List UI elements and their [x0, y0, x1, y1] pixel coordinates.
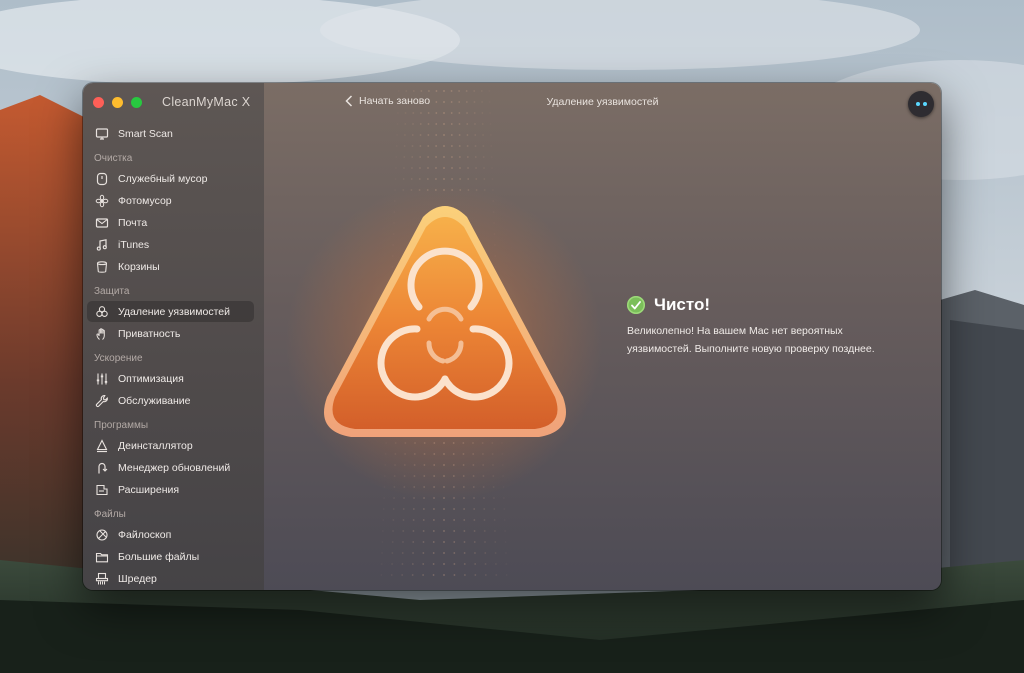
sidebar-item-optimization[interactable]: Оптимизация: [87, 368, 254, 389]
close-window-button[interactable]: [93, 97, 104, 108]
page-title: Удаление уязвимостей: [546, 96, 659, 108]
sidebar-item-label: Корзины: [118, 260, 160, 273]
music-note-icon: [94, 237, 109, 252]
sidebar-item-uninstaller[interactable]: Деинсталлятор: [87, 435, 254, 456]
minimize-window-button[interactable]: [112, 97, 123, 108]
sidebar-item-label: Оптимизация: [118, 372, 184, 385]
sidebar-item-maintenance[interactable]: Обслуживание: [87, 390, 254, 411]
result-status: Чисто!: [654, 295, 710, 314]
sidebar-item-label: Почта: [118, 216, 148, 229]
sidebar-item-mail[interactable]: Почта: [87, 212, 254, 233]
sidebar-item-label: Расширения: [118, 483, 180, 496]
sidebar-item-label: Служебный мусор: [118, 172, 208, 185]
biohazard-warning-icon: [324, 206, 566, 437]
sidebar-item-label: Менеджер обновлений: [118, 461, 231, 474]
assistant-dot-icon: [915, 102, 920, 106]
extensions-icon: [94, 482, 109, 497]
wrench-icon: [94, 393, 109, 408]
sidebar: CleanMyMac X Smart Scan Очистка Служебны…: [83, 83, 264, 590]
biohazard-icon: [94, 304, 109, 319]
sliders-icon: [94, 371, 109, 386]
sidebar-item-label: Большие файлы: [118, 550, 200, 563]
sidebar-item-system-junk[interactable]: Служебный мусор: [87, 168, 254, 189]
window-controls: [93, 97, 142, 108]
result-header: Чисто!: [627, 295, 927, 315]
sidebar-item-photo-junk[interactable]: Фотомусор: [87, 190, 254, 211]
sidebar-item-label: Приватность: [118, 327, 181, 340]
trash-bin-icon: [94, 259, 109, 274]
main-panel: Начать заново Удаление уязвимостей Чисто…: [264, 83, 941, 590]
hand-icon: [94, 326, 109, 341]
lens-icon: [94, 527, 109, 542]
sidebar-item-itunes[interactable]: iTunes: [87, 234, 254, 255]
sidebar-item-label: Шредер: [118, 572, 157, 585]
sidebar-item-trash-bins[interactable]: Корзины: [87, 256, 254, 277]
sidebar-item-label: Удаление уязвимостей: [118, 305, 230, 318]
assistant-button[interactable]: [908, 91, 934, 117]
monitor-icon: [94, 126, 109, 141]
flower-icon: [94, 193, 109, 208]
scan-result: Чисто! Великолепно! На вашем Mac нет вер…: [627, 295, 927, 358]
mail-icon: [94, 215, 109, 230]
zoom-window-button[interactable]: [131, 97, 142, 108]
sidebar-item-space-lens[interactable]: Файлоскоп: [87, 524, 254, 545]
sidebar-item-shredder[interactable]: Шредер: [87, 568, 254, 589]
sidebar-item-label: iTunes: [118, 238, 150, 251]
sidebar-item-smart-scan[interactable]: Smart Scan: [87, 123, 254, 144]
updater-icon: [94, 460, 109, 475]
section-label-speed: Ускорение: [94, 353, 143, 364]
sidebar-item-label: Файлоскоп: [118, 528, 172, 541]
sidebar-item-updater[interactable]: Менеджер обновлений: [87, 457, 254, 478]
section-label-protection: Защита: [94, 286, 130, 297]
app-window: CleanMyMac X Smart Scan Очистка Служебны…: [83, 83, 941, 590]
sidebar-item-extensions[interactable]: Расширения: [87, 479, 254, 500]
sidebar-item-large-files[interactable]: Большие файлы: [87, 546, 254, 567]
result-message: Великолепно! На вашем Mac нет вероятных …: [627, 325, 875, 355]
folder-icon: [94, 549, 109, 564]
sidebar-item-malware-removal[interactable]: Удаление уязвимостей: [87, 301, 254, 322]
app-title: CleanMyMac X: [162, 95, 251, 109]
section-label-cleanup: Очистка: [94, 153, 133, 164]
disk-icon: [94, 171, 109, 186]
sidebar-item-label: Фотомусор: [118, 194, 172, 207]
assistant-dot-icon: [922, 102, 927, 106]
checkmark-icon: [627, 296, 645, 314]
sidebar-item-label: Smart Scan: [118, 127, 173, 140]
shredder-icon: [94, 571, 109, 586]
section-label-files: Файлы: [94, 509, 126, 520]
sidebar-item-privacy[interactable]: Приватность: [87, 323, 254, 344]
uninstaller-icon: [94, 438, 109, 453]
sidebar-item-label: Деинсталлятор: [118, 439, 193, 452]
section-label-applications: Программы: [94, 420, 149, 431]
sidebar-item-label: Обслуживание: [118, 394, 191, 407]
